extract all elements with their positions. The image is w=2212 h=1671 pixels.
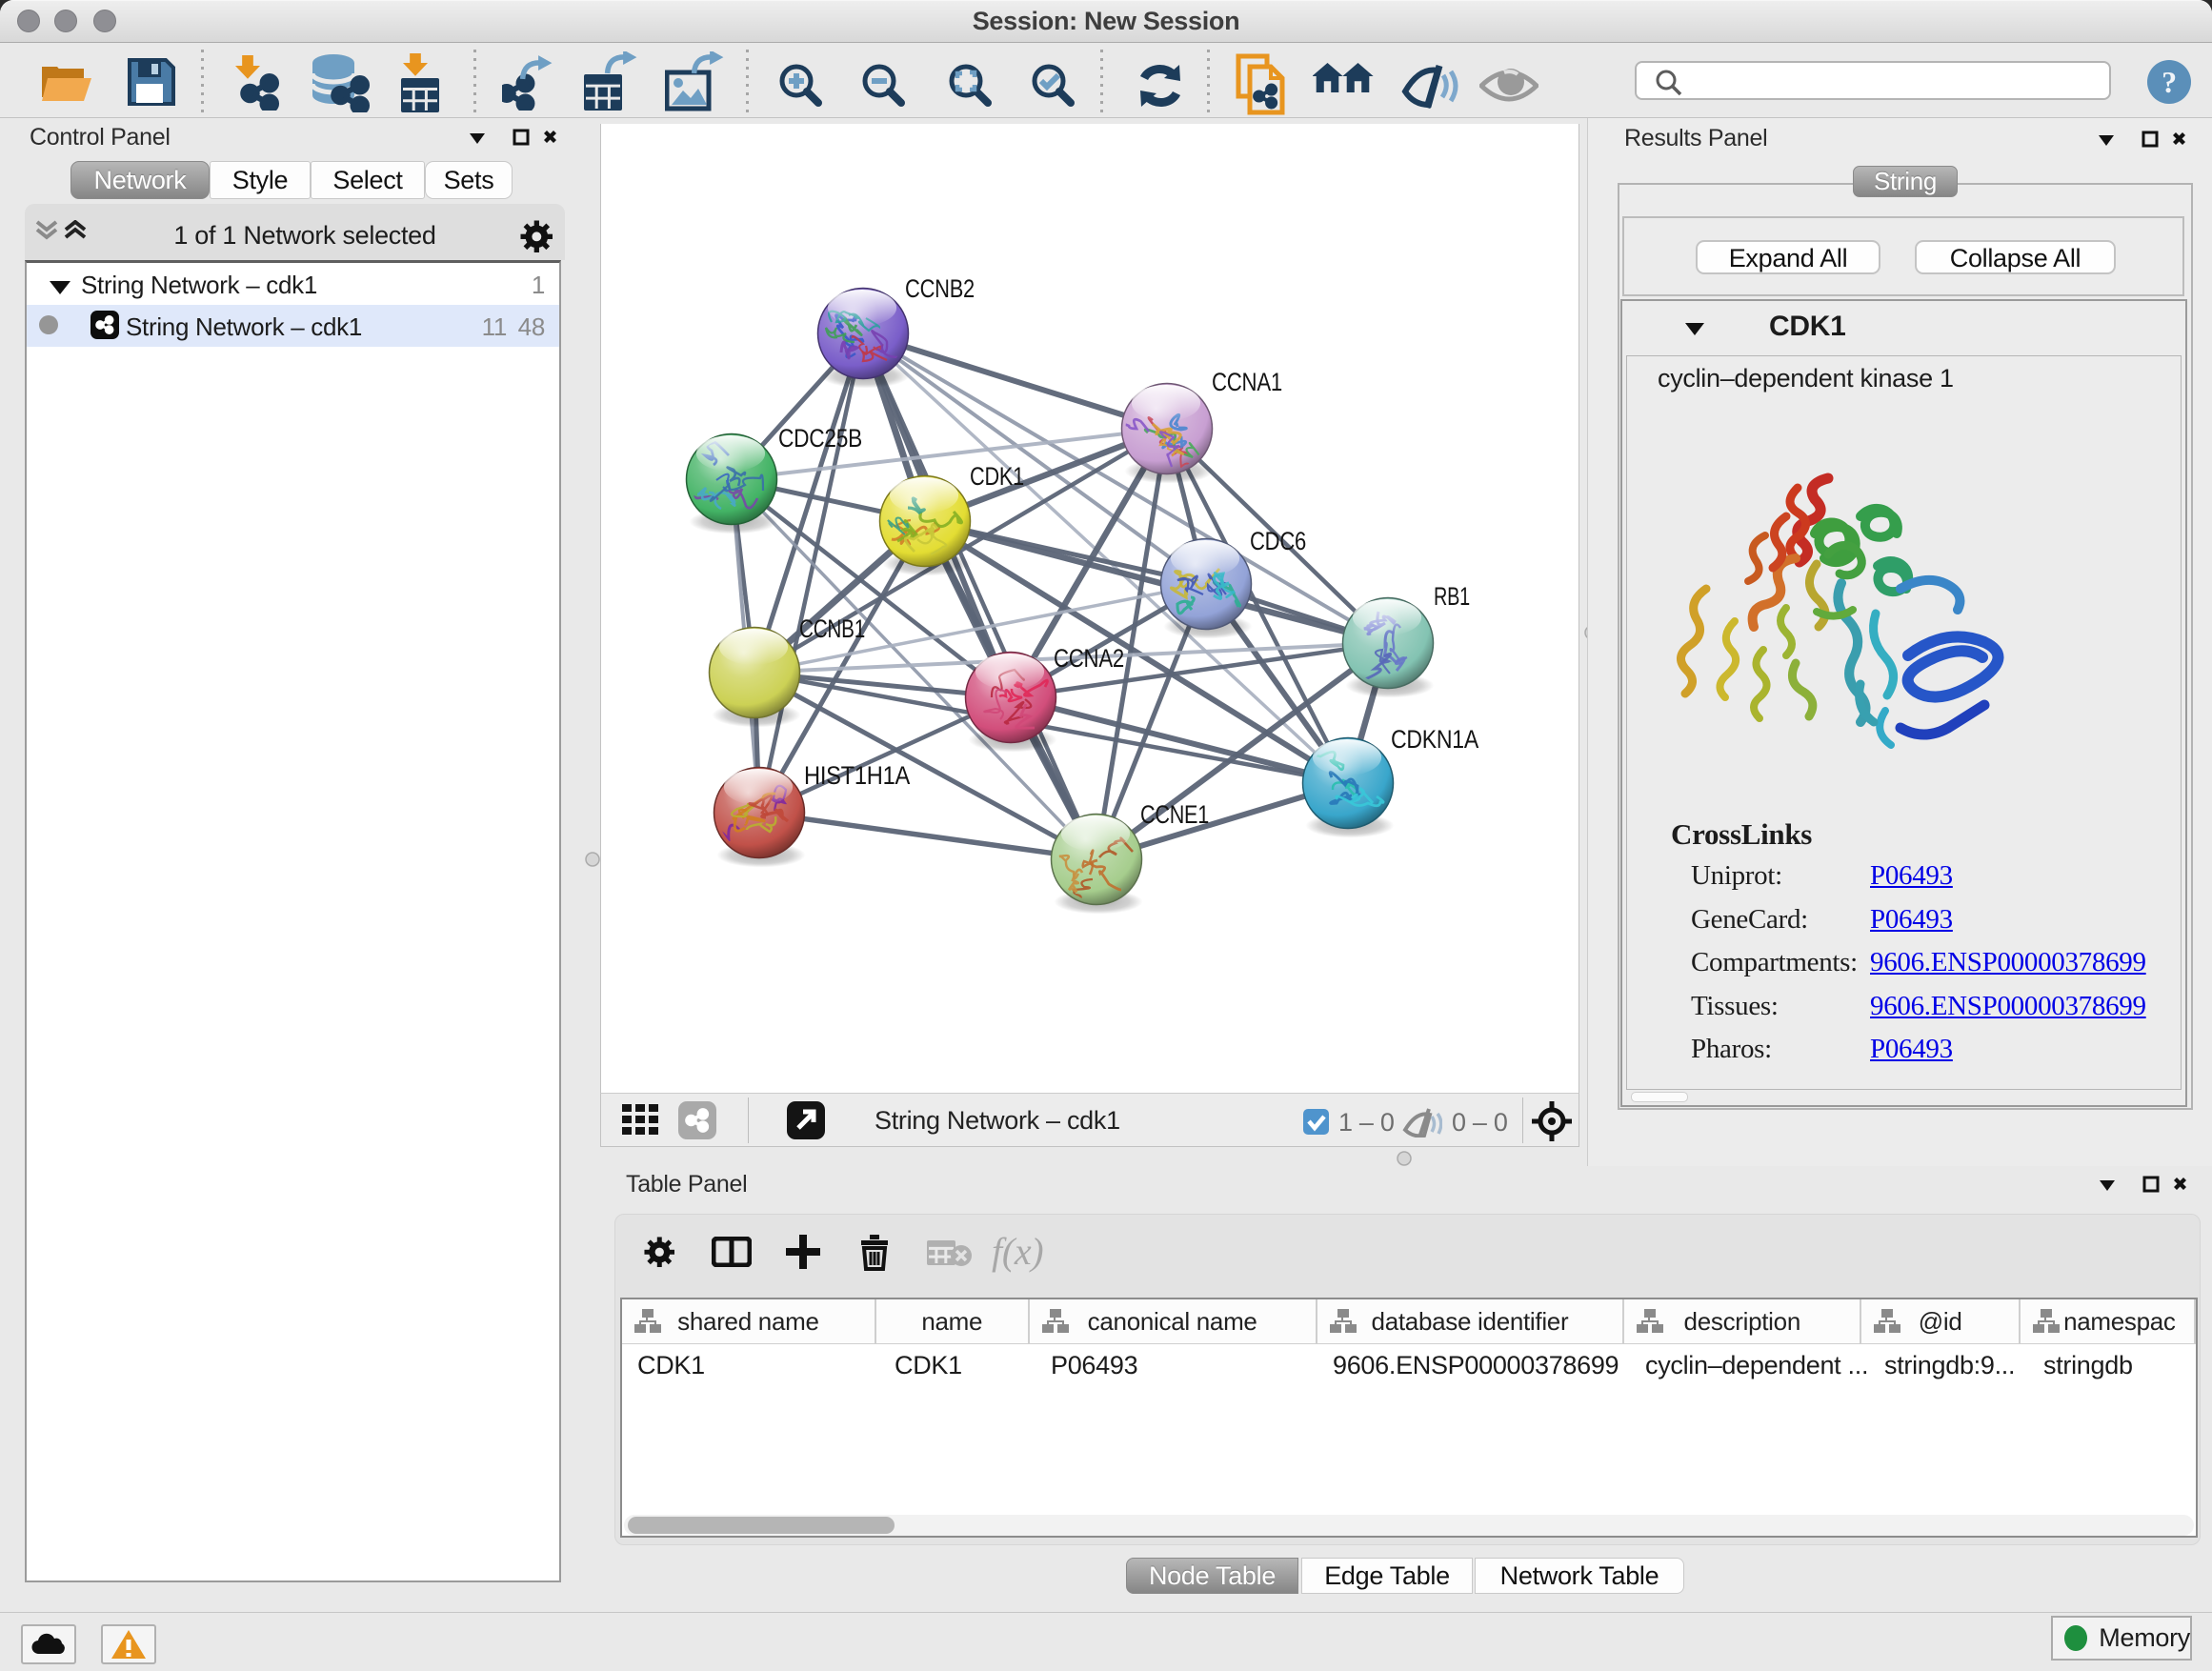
svg-text:CCNE1: CCNE1 — [1140, 800, 1209, 829]
svg-text:CDKN1A: CDKN1A — [1391, 725, 1478, 754]
svg-text:CDC6: CDC6 — [1250, 527, 1306, 555]
svg-text:?: ? — [2162, 65, 2177, 99]
svg-text:CCNA2: CCNA2 — [1054, 644, 1124, 673]
svg-text:CDK1: CDK1 — [970, 462, 1024, 491]
svg-text:RB1: RB1 — [1434, 582, 1470, 611]
svg-text:CCNB2: CCNB2 — [905, 274, 975, 303]
svg-text:CCNA1: CCNA1 — [1212, 368, 1282, 396]
svg-text:CCNB1: CCNB1 — [799, 614, 865, 643]
svg-text:CDC25B: CDC25B — [778, 424, 862, 453]
svg-text:HIST1H1A: HIST1H1A — [804, 761, 910, 790]
